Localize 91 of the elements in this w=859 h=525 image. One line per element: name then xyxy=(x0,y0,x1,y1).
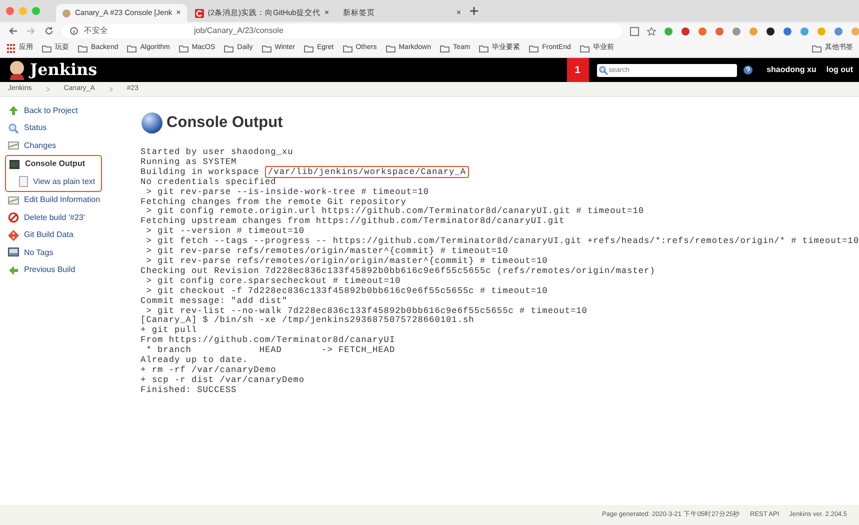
console-line: > git checkout -f 7d228ec836c133f45892b0bb616c9e6f55c5655c # timeout=10 xyxy=(145,286,549,296)
console-line: No credentials specified xyxy=(140,178,278,188)
butler-favicon-icon xyxy=(62,8,71,18)
arrow-up-icon xyxy=(8,105,19,116)
console-line: + rm -rf /var/canaryDemo xyxy=(140,366,278,376)
chevron-icon xyxy=(108,86,113,92)
sidebar-item[interactable]: No Tags xyxy=(8,244,136,262)
folder-icon xyxy=(479,44,490,53)
url-text: job/Canary_A/23/console xyxy=(194,25,284,37)
console-line: > git fetch --tags --progress -- https://github.com/Terminator8d/canaryUI.git +refs/heads/*:refs/remotes/origin/* # timeout=10 xyxy=(145,237,859,246)
info-icon xyxy=(70,27,78,35)
sidebar-item[interactable]: Back to Project xyxy=(8,102,136,120)
monitor-icon xyxy=(8,247,19,258)
folder-icon xyxy=(440,44,450,53)
new-tab-icon[interactable] xyxy=(469,6,480,16)
console-line: > git rev-parse refs/remotes/origin/master^{commit} # timeout=10 xyxy=(145,247,510,256)
user-link[interactable]: shaodong xu xyxy=(766,64,816,76)
sidebar-item[interactable]: Edit Build Information xyxy=(8,192,136,209)
console-line: Fetching upstream changes from https://github.com/Terminator8d/canaryUI.git xyxy=(140,217,566,226)
no-entry-icon xyxy=(8,212,19,224)
notepad-icon xyxy=(8,194,19,206)
folder-icon xyxy=(178,44,189,53)
highlighted-path: /var/lib/jenkins/workspace/Canary_A xyxy=(265,166,469,178)
console-line: > git config core.sparsecheckout # timeout=10 xyxy=(145,276,402,286)
apps-grid-icon xyxy=(6,44,16,53)
notification-badge[interactable]: 1 xyxy=(566,58,589,82)
console-line: Running as SYSTEM xyxy=(140,158,238,168)
console-line: > git rev-list --no-walk 7d228ec836c133f45892b0bb616c9e6f55c5655c # timeout=10 xyxy=(145,306,588,316)
console-link[interactable]: https://github.com/Terminator8d/canaryUI.git xyxy=(316,216,565,226)
console-line: * branch HEAD -> FETCH_HEAD xyxy=(145,346,396,356)
console-line: + git pull xyxy=(140,326,198,336)
folder-icon xyxy=(127,44,138,53)
console-link[interactable]: https://github.com/Terminator8d/canaryUI.git xyxy=(322,206,570,216)
close-tab-icon[interactable]: × xyxy=(324,7,330,19)
git-diamond-icon xyxy=(8,230,19,241)
sidebar-item[interactable]: Git Build Data xyxy=(8,226,136,244)
console-link[interactable]: https://github.com/Terminator8d/canaryUI.git xyxy=(332,236,582,246)
console-line: > git rev-parse --is-inside-work-tree # timeout=10 xyxy=(145,188,430,198)
console-line: > git rev-parse refs/remotes/origin/origin/master^{commit} # timeout=10 xyxy=(145,256,549,266)
forward-icon[interactable] xyxy=(26,26,36,36)
sidebar-item[interactable]: Previous Build xyxy=(8,262,136,279)
folder-icon xyxy=(42,44,52,53)
console-line: Started by user shaodong_xu xyxy=(140,148,294,158)
help-icon[interactable] xyxy=(742,65,753,75)
console-line: Already up to date. xyxy=(140,356,250,366)
close-tab-icon[interactable]: × xyxy=(176,7,181,19)
document-icon xyxy=(19,176,28,188)
logout-link[interactable]: log out xyxy=(826,64,853,76)
close-window-icon[interactable] xyxy=(6,7,14,15)
console-line: Commit message: "add dist" xyxy=(140,296,289,306)
search-icon xyxy=(8,122,19,134)
folder-icon xyxy=(580,44,590,53)
folder-icon xyxy=(304,44,314,53)
console-line: Finished: SUCCESS xyxy=(140,386,238,396)
security-label: 不安全 xyxy=(84,25,108,37)
folder-icon xyxy=(812,44,822,53)
sidebar-item[interactable]: Console Output xyxy=(9,156,101,173)
console-line: + scp -r dist /var/canaryDemo xyxy=(140,376,306,386)
sidebar-item[interactable]: Changes xyxy=(8,137,136,154)
logo-text: Jenkins xyxy=(30,59,98,81)
arrow-left-icon xyxy=(8,264,19,276)
folder-icon xyxy=(342,44,353,53)
sidebar-subitem[interactable]: View as plain text xyxy=(9,173,101,190)
console-link[interactable]: shaodong_xu xyxy=(231,147,294,157)
console-line: From https://github.com/Terminator8d/canaryUI xyxy=(140,336,396,346)
chevron-icon xyxy=(46,86,50,92)
notepad-icon xyxy=(8,140,19,152)
address-bar[interactable]: 不安全 job/Canary_A/23/console xyxy=(62,24,622,38)
console-link[interactable]: https://github.com/Terminator8d/canaryUI xyxy=(168,335,396,346)
console-line: > git --version # timeout=10 xyxy=(145,227,306,236)
console-line: [Canary_A] $ /bin/sh -xe /tmp/jenkins2936875075728660101.sh xyxy=(140,316,476,326)
console-line: > git config remote.origin.url https://github.com/Terminator8d/canaryUI.git # timeout=10 xyxy=(145,207,646,216)
c-logo-favicon-icon xyxy=(194,8,204,18)
maximize-window-icon[interactable] xyxy=(32,7,40,15)
folder-icon xyxy=(78,44,88,53)
terminal-icon xyxy=(9,158,20,170)
console-line: Checking out Revision 7d228ec836c133f45892b0bb616c9e6f55c5655c (refs/remotes/origin/master) xyxy=(140,266,656,276)
console-line: Building in workspace /var/lib/jenkins/workspace/Canary_A xyxy=(140,168,859,178)
folder-icon xyxy=(262,44,272,53)
console-line: Fetching changes from the remote Git repository xyxy=(140,198,406,207)
folder-icon xyxy=(529,44,540,53)
back-icon[interactable] xyxy=(8,26,18,36)
reload-icon[interactable] xyxy=(44,26,54,36)
folder-icon xyxy=(386,44,396,53)
bookmark-star-icon[interactable] xyxy=(647,26,656,36)
sidebar-item[interactable]: Status xyxy=(8,120,136,137)
folder-icon xyxy=(224,44,234,53)
sidebar-item[interactable]: Delete build '#23' xyxy=(8,209,136,226)
close-tab-icon[interactable]: × xyxy=(456,7,462,19)
page-title: Console Output xyxy=(166,114,283,132)
globe-icon xyxy=(140,112,163,134)
